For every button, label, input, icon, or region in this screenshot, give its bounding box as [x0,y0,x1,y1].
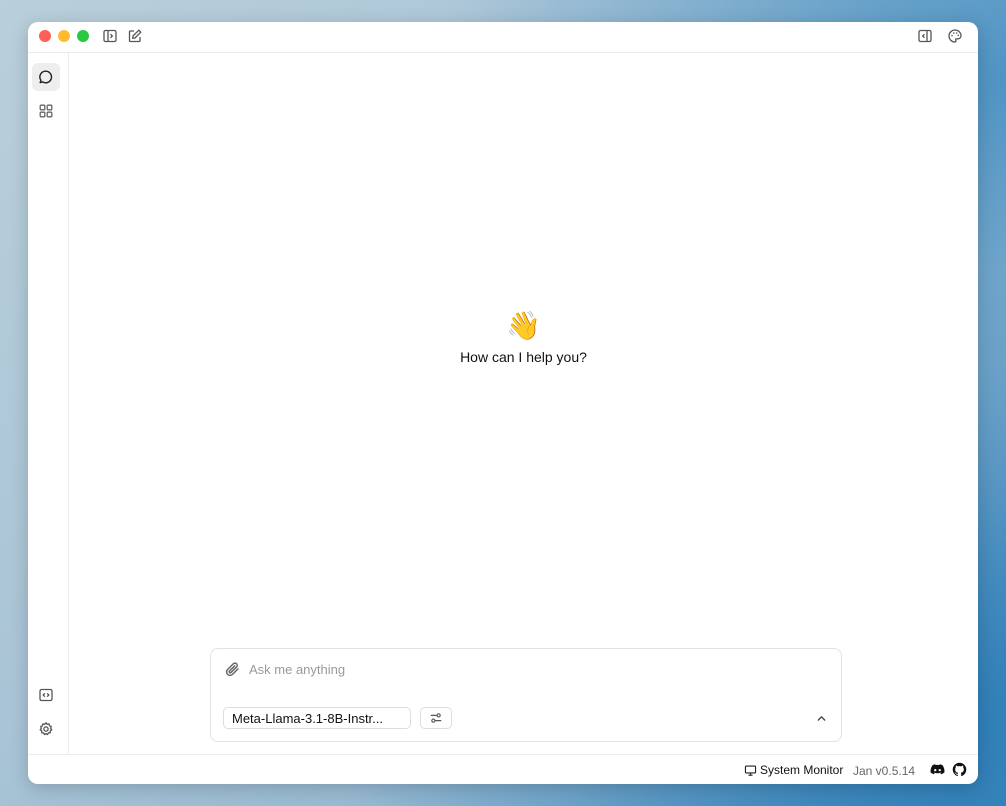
grid-icon [39,104,53,118]
minimize-window-button[interactable] [58,30,70,42]
new-chat-icon[interactable] [126,27,144,45]
maximize-window-button[interactable] [77,30,89,42]
system-monitor-button[interactable]: System Monitor [744,763,843,777]
code-icon [39,688,53,702]
gear-icon [39,722,53,736]
left-sidebar [28,53,69,754]
paperclip-icon [225,661,239,676]
palette-icon[interactable] [946,27,964,45]
chat-composer: Meta-Llama-3.1-8B-Instr... [210,648,842,742]
model-settings-button[interactable] [420,707,452,729]
settings-nav-button[interactable] [32,715,60,743]
github-icon[interactable] [951,761,967,777]
sliders-icon [430,713,442,723]
chat-main-area: 👋 How can I help you? Meta-Llama-3.1-8B-… [69,53,978,754]
chat-nav-button[interactable] [32,63,60,91]
local-api-server-button[interactable] [32,681,60,709]
hub-nav-button[interactable] [32,97,60,125]
app-window: 👋 How can I help you? Meta-Llama-3.1-8B-… [28,22,978,784]
app-version: Jan v0.5.14 [853,764,916,778]
model-selector[interactable]: Meta-Llama-3.1-8B-Instr... [223,707,411,729]
waving-hand-icon: 👋 [506,310,541,341]
discord-icon[interactable] [929,761,945,777]
close-window-button[interactable] [39,30,51,42]
chat-icon [39,70,53,84]
system-monitor-label: System Monitor [760,763,844,777]
chat-input[interactable] [249,657,809,681]
title-bar [28,22,978,53]
welcome-message: How can I help you? [460,349,587,365]
attach-file-button[interactable] [223,660,241,678]
monitor-icon [744,764,757,776]
chevron-up-icon [817,715,825,721]
sidebar-toggle-icon[interactable] [101,27,119,45]
status-bar: System Monitor Jan v0.5.14 [28,754,978,784]
expand-composer-button[interactable] [813,710,829,726]
right-panel-toggle-icon[interactable] [916,27,934,45]
welcome-block: 👋 How can I help you? [69,309,978,365]
